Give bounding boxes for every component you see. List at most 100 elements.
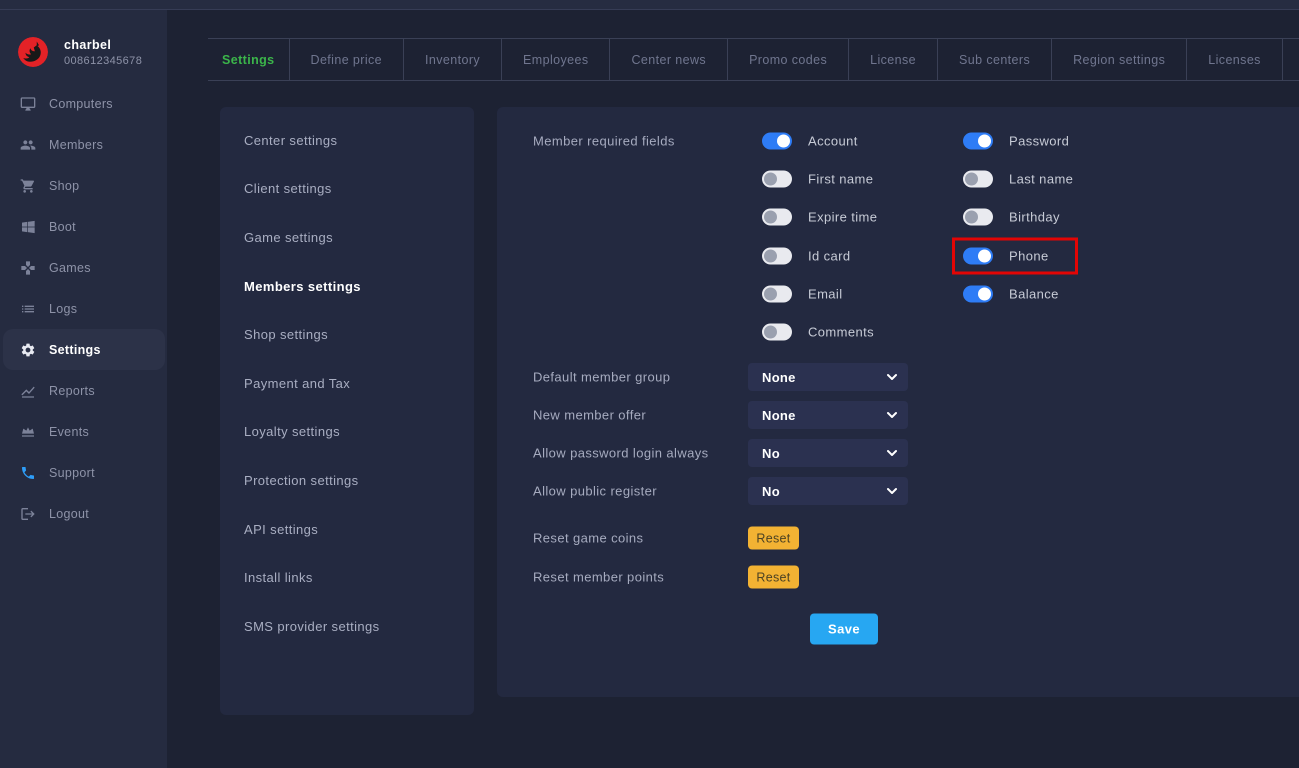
settings-nav-label: Center settings [244,133,337,148]
email-toggle[interactable] [762,286,792,303]
tab-licenses[interactable]: Licenses [1187,39,1283,80]
tab-settings[interactable]: Settings [208,39,290,80]
chevron-down-icon [886,447,898,459]
tab-idc-games[interactable]: IDC games [1283,39,1299,80]
toggle-label: Email [808,287,843,302]
chevron-down-icon [886,409,898,421]
id-card-toggle[interactable] [762,248,792,265]
toggle-item-birthday: Birthday [963,209,1060,226]
sidebar-nav: Computers Members Shop Boot Games Logs S… [0,83,167,534]
sidebar-item-support[interactable]: Support [0,452,167,493]
toggle-label: Id card [808,249,851,264]
settings-nav-members-settings[interactable]: Members settings [220,262,474,311]
allow-password-login-always-select[interactable]: No [748,439,908,467]
toggle-item-first-name: First name [762,171,873,188]
balance-toggle[interactable] [963,286,993,303]
user-phone: 008612345678 [64,55,142,67]
settings-nav-label: Loyalty settings [244,424,340,439]
sidebar-item-label: Settings [49,343,101,357]
toggle-label: First name [808,172,873,187]
settings-nav-center-settings[interactable]: Center settings [220,116,474,165]
sidebar-item-computers[interactable]: Computers [0,83,167,124]
toggle-label: Password [1009,134,1069,149]
save-button[interactable]: Save [810,614,878,645]
settings-nav-client-settings[interactable]: Client settings [220,165,474,214]
tab-label: Sub centers [959,53,1030,67]
chevron-down-icon [886,485,898,497]
first-name-toggle[interactable] [762,171,792,188]
select-value: No [762,484,780,499]
section-label: Member required fields [533,134,675,149]
settings-nav-sms-provider-settings[interactable]: SMS provider settings [220,602,474,651]
settings-nav-label: Payment and Tax [244,376,350,391]
toggle-item-balance: Balance [963,286,1059,303]
sidebar-item-boot[interactable]: Boot [0,206,167,247]
sidebar-item-shop[interactable]: Shop [0,165,167,206]
toggle-knob [965,211,978,224]
settings-nav-shop-settings[interactable]: Shop settings [220,310,474,359]
content-area: Settings Define price Inventory Employee… [167,10,1299,768]
sidebar-item-events[interactable]: Events [0,411,167,452]
settings-nav-api-settings[interactable]: API settings [220,505,474,554]
expire-time-toggle[interactable] [762,209,792,226]
reset-member-points-button[interactable]: Reset [748,566,799,589]
allow-public-register-select[interactable]: No [748,477,908,505]
toggle-row: Comments [497,313,1299,351]
toggle-item-email: Email [762,286,843,303]
user-profile[interactable]: charbel 008612345678 [18,37,142,67]
tab-define-price[interactable]: Define price [290,39,405,80]
sidebar-item-label: Shop [49,179,79,193]
toggle-label: Phone [1009,249,1049,264]
tab-bar: Settings Define price Inventory Employee… [208,38,1299,81]
password-toggle[interactable] [963,133,993,150]
sidebar-item-settings[interactable]: Settings [3,329,165,370]
reset-row: Reset game coins Reset [497,519,1299,557]
settings-nav-loyalty-settings[interactable]: Loyalty settings [220,408,474,457]
toggle-item-comments: Comments [762,324,874,341]
toggle-knob [764,211,777,224]
comments-toggle[interactable] [762,324,792,341]
games-icon [20,260,36,276]
tab-employees[interactable]: Employees [502,39,610,80]
tab-sub-centers[interactable]: Sub centers [938,39,1052,80]
birthday-toggle[interactable] [963,209,993,226]
tab-label: Promo codes [749,53,827,67]
settings-nav-label: API settings [244,522,318,537]
settings-nav-label: Install links [244,570,313,585]
default-member-group-select[interactable]: None [748,363,908,391]
sidebar-item-reports[interactable]: Reports [0,370,167,411]
toggle-item-account: Account [762,133,858,150]
toggle-knob [978,288,991,301]
toggle-item-password: Password [963,133,1069,150]
sidebar-item-members[interactable]: Members [0,124,167,165]
settings-nav-protection-settings[interactable]: Protection settings [220,456,474,505]
account-toggle[interactable] [762,133,792,150]
toggle-knob [764,288,777,301]
settings-nav-install-links[interactable]: Install links [220,553,474,602]
tab-license[interactable]: License [849,39,938,80]
last-name-toggle[interactable] [963,171,993,188]
avatar [18,37,48,67]
tab-inventory[interactable]: Inventory [404,39,502,80]
tab-center-news[interactable]: Center news [610,39,728,80]
settings-nav-payment-and-tax[interactable]: Payment and Tax [220,359,474,408]
tab-region-settings[interactable]: Region settings [1052,39,1187,80]
phone-toggle[interactable] [963,248,993,265]
field-label: Allow password login always [533,446,709,461]
toggle-knob [764,173,777,186]
reset-game-coins-button[interactable]: Reset [748,527,799,550]
tab-promo-codes[interactable]: Promo codes [728,39,849,80]
tab-label: Define price [311,53,383,67]
boot-icon [20,219,36,235]
reports-icon [20,383,36,399]
toggle-item-last-name: Last name [963,171,1073,188]
settings-nav-game-settings[interactable]: Game settings [220,213,474,262]
chevron-down-icon [886,371,898,383]
sidebar-item-logs[interactable]: Logs [0,288,167,329]
toggle-knob [777,135,790,148]
toggle-knob [965,173,978,186]
new-member-offer-select[interactable]: None [748,401,908,429]
sidebar-item-label: Events [49,425,89,439]
sidebar-item-games[interactable]: Games [0,247,167,288]
sidebar-item-logout[interactable]: Logout [0,493,167,534]
